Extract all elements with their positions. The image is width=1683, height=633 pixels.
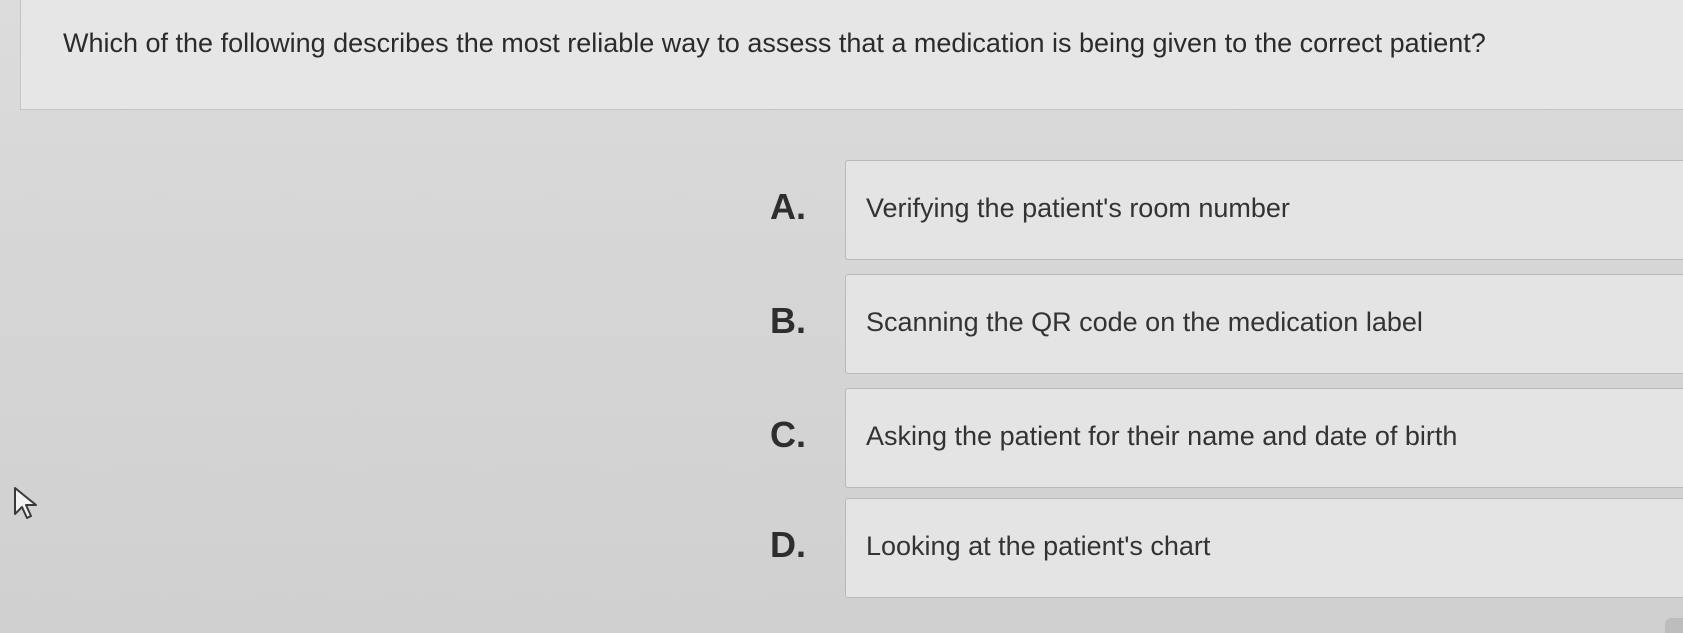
option-b-box[interactable]: Scanning the QR code on the medication l… — [845, 274, 1683, 374]
option-a-box[interactable]: Verifying the patient's room number — [845, 160, 1683, 260]
option-letter: A. — [770, 186, 806, 227]
option-text: Asking the patient for their name and da… — [866, 421, 1458, 451]
option-b[interactable]: B. Scanning the QR code on the medicatio… — [770, 274, 1683, 374]
option-a[interactable]: A. Verifying the patient's room number — [770, 160, 1683, 260]
option-text: Looking at the patient's chart — [866, 531, 1211, 561]
option-letter: B. — [770, 300, 806, 341]
option-d-box[interactable]: Looking at the patient's chart — [845, 498, 1683, 598]
option-letter: C. — [770, 414, 806, 455]
option-d[interactable]: D. Looking at the patient's chart — [770, 498, 1683, 598]
question-text: Which of the following describes the mos… — [63, 28, 1486, 58]
option-letter: D. — [770, 524, 806, 565]
question-panel: Which of the following describes the mos… — [20, 0, 1683, 110]
option-text: Verifying the patient's room number — [866, 193, 1290, 223]
option-c-box[interactable]: Asking the patient for their name and da… — [845, 388, 1683, 488]
mouse-pointer-icon — [12, 486, 42, 520]
option-text: Scanning the QR code on the medication l… — [866, 307, 1423, 337]
corner-button[interactable] — [1665, 618, 1683, 633]
option-c[interactable]: C. Asking the patient for their name and… — [770, 388, 1683, 488]
